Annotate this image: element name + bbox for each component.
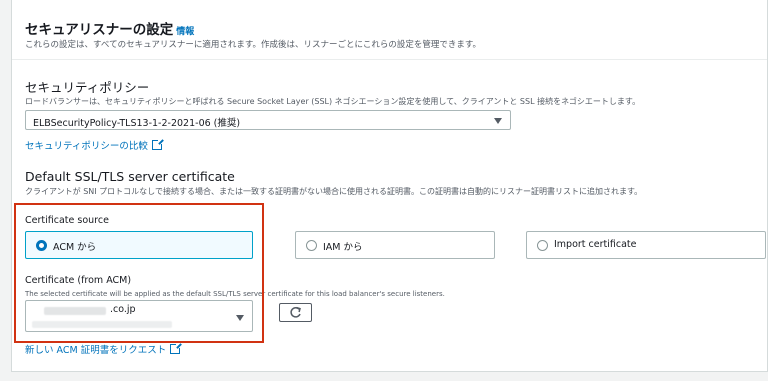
radio-option-label: IAM から bbox=[323, 242, 363, 253]
security-policy-description: ロードバランサーは、セキュリティポリシーと呼ばれる Secure Socket … bbox=[25, 97, 641, 106]
section-description: これらの設定は、すべてのセキュアリスナーに適用されます。作成後は、リスナーごとに… bbox=[25, 40, 482, 50]
section-title: セキュアリスナーの設定 情報 bbox=[25, 22, 195, 38]
default-cert-title: Default SSL/TLS server certificate bbox=[25, 169, 235, 184]
info-link[interactable]: 情報 bbox=[176, 27, 194, 37]
radio-option-import[interactable]: Import certificate bbox=[526, 231, 766, 259]
radio-unselected-icon bbox=[537, 240, 548, 251]
caret-down-icon bbox=[494, 118, 502, 124]
radio-option-label: Import certificate bbox=[554, 239, 637, 250]
radio-option-iam[interactable]: IAM から bbox=[295, 231, 495, 259]
external-link-icon bbox=[151, 138, 164, 150]
radio-unselected-icon bbox=[306, 240, 317, 251]
security-policy-title: セキュリティポリシー bbox=[25, 80, 150, 95]
refresh-button[interactable] bbox=[279, 303, 312, 322]
security-policy-selected-value: ELBSecurityPolicy-TLS13-1-2-2021-06 (推奨) bbox=[33, 118, 241, 129]
refresh-icon bbox=[290, 306, 301, 318]
panel-header: セキュアリスナーの設定 情報 これらの設定は、すべてのセキュアリスナーに適用されま… bbox=[12, 0, 767, 60]
security-policy-select[interactable]: ELBSecurityPolicy-TLS13-1-2-2021-06 (推奨) bbox=[25, 110, 511, 130]
request-acm-certificate-link[interactable]: 新しい ACM 証明書をリクエスト bbox=[25, 342, 183, 356]
external-link-icon bbox=[170, 342, 183, 354]
highlight-box bbox=[14, 203, 264, 343]
compare-policies-link[interactable]: セキュリティポリシーの比較 bbox=[25, 138, 164, 152]
default-cert-description: クライアントが SNI プロトコルなしで接続する場合、または一致する証明書がない… bbox=[25, 187, 643, 196]
